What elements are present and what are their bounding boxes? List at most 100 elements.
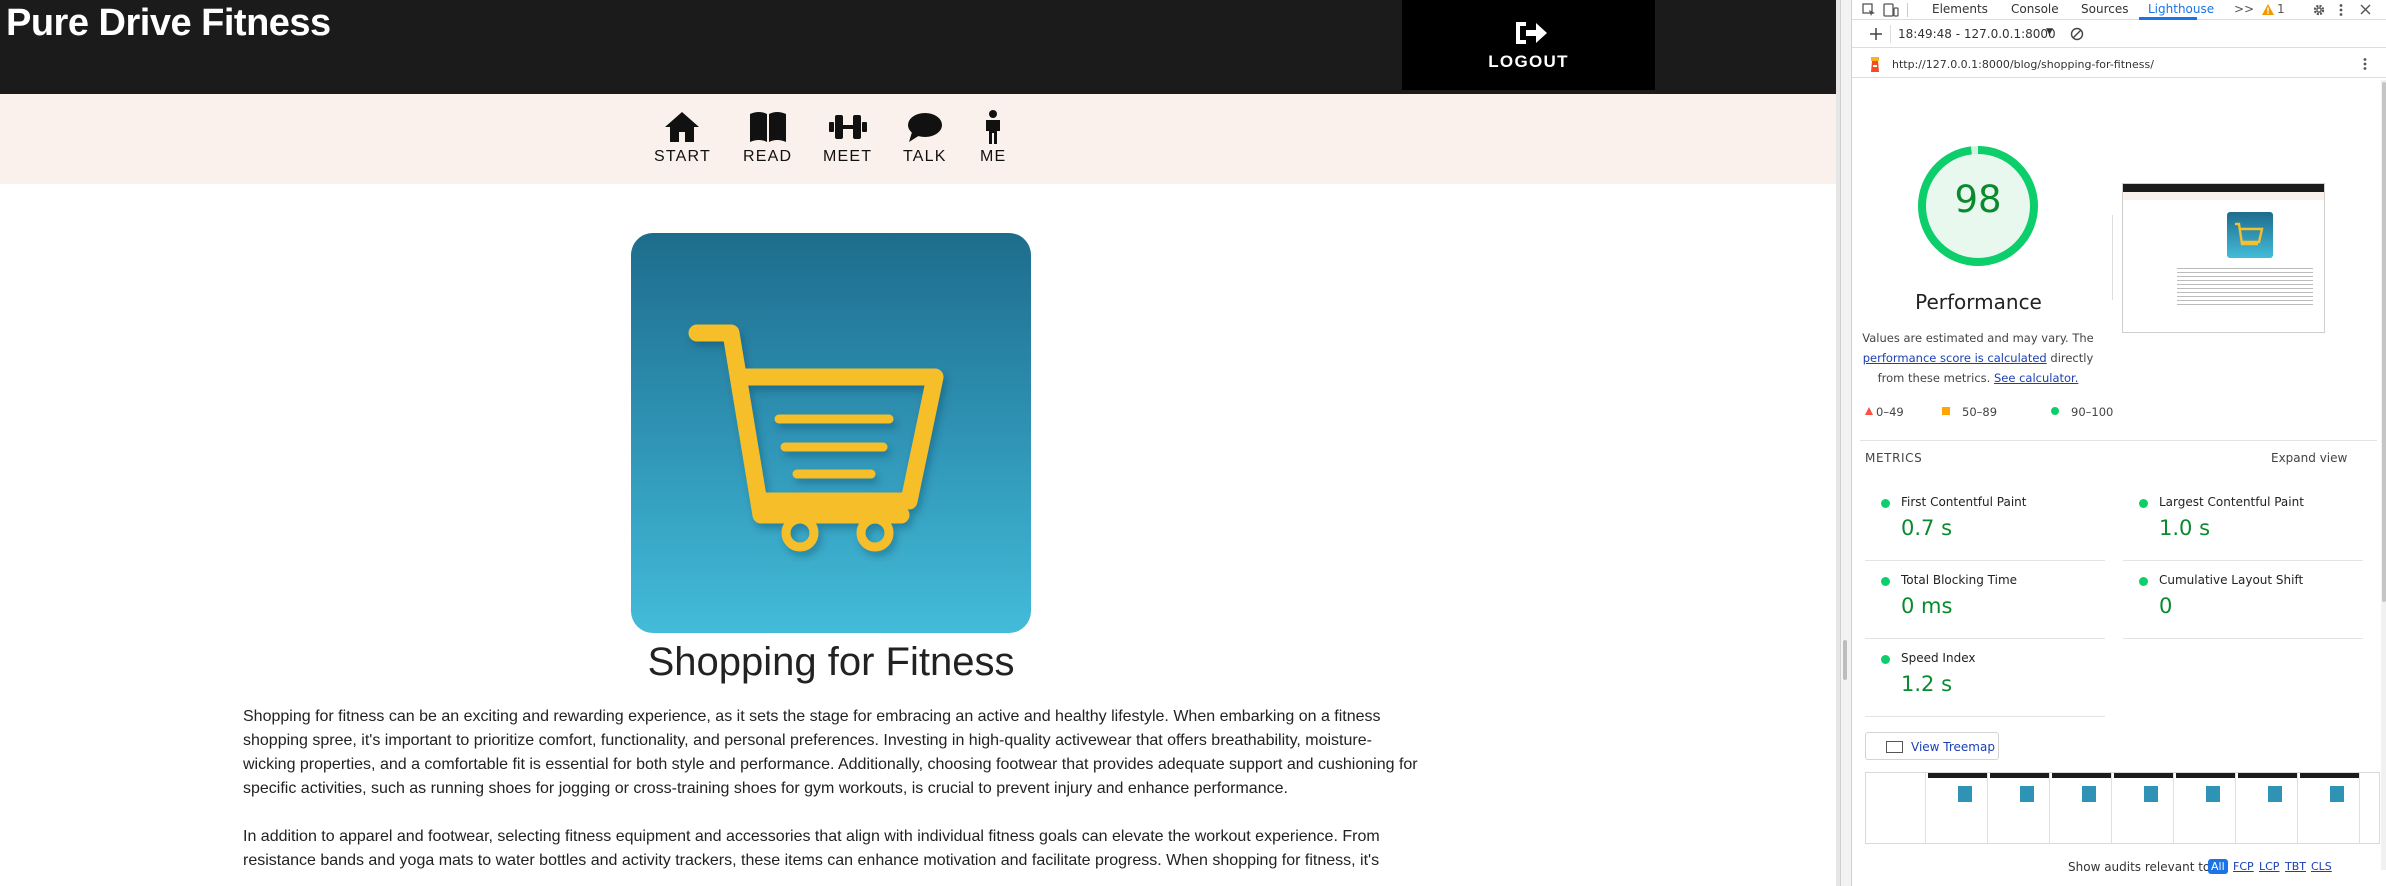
- audits-label: Show audits relevant to:: [2068, 860, 2215, 874]
- nav-item-talk[interactable]: TALK: [903, 110, 947, 166]
- devtools-resize-handle[interactable]: [1840, 0, 1851, 886]
- warning-count[interactable]: 1: [2277, 2, 2285, 16]
- filter-lcp[interactable]: LCP: [2256, 859, 2282, 874]
- pass-circle-icon: [2051, 407, 2059, 415]
- shopping-cart-icon: [2235, 222, 2264, 246]
- dumbbell-icon: [828, 115, 867, 139]
- metric-name: First Contentful Paint: [1901, 495, 2027, 509]
- thumb-nav: [2123, 192, 2324, 200]
- site-header: Pure Drive Fitness LOGOUT: [0, 0, 1836, 94]
- clear-reports-icon[interactable]: [2070, 27, 2084, 41]
- metric-cls: Cumulative Layout Shift 0: [2123, 561, 2363, 639]
- legend-label: 90–100: [2071, 405, 2114, 419]
- lighthouse-toolbar: 18:49:48 - 127.0.0.1:8000 ▼: [1852, 20, 2386, 48]
- filmstrip-frame: [2238, 773, 2298, 843]
- device-toolbar-icon[interactable]: [1883, 3, 1899, 17]
- report-url: http://127.0.0.1:8000/blog/shopping-for-…: [1892, 58, 2154, 71]
- warning-icon[interactable]: [2262, 4, 2274, 15]
- book-icon: [749, 112, 786, 142]
- metric-value: 0 ms: [1901, 594, 1953, 618]
- legend-pass: 90–100: [2051, 405, 2113, 419]
- filmstrip-frame: [2114, 773, 2174, 843]
- metric-name: Cumulative Layout Shift: [2159, 573, 2304, 587]
- metric-speed-index: Speed Index 1.2 s: [1865, 639, 2105, 717]
- metric-value: 0: [2159, 594, 2173, 618]
- expand-view-toggle[interactable]: Expand view: [2271, 451, 2347, 465]
- report-scrollbar-thumb[interactable]: [2382, 82, 2386, 602]
- filmstrip-frame: [2052, 773, 2112, 843]
- score-note: Values are estimated and may vary. The p…: [1858, 328, 2098, 388]
- post-paragraph: Shopping for fitness can be an exciting …: [243, 708, 1418, 797]
- filmstrip-frame: [2300, 773, 2360, 843]
- nav-item-me[interactable]: ME: [980, 110, 1006, 166]
- thumb-hero: [2227, 212, 2273, 258]
- pass-circle-icon: [2139, 577, 2148, 586]
- person-icon: [986, 110, 1001, 144]
- audit-filter-bar: Show audits relevant to: All FCP LCP TBT…: [1852, 856, 2386, 886]
- see-calculator-link[interactable]: See calculator.: [1994, 371, 2078, 385]
- website-viewport: Pure Drive Fitness LOGOUT START READ MEE…: [0, 0, 1836, 886]
- pass-circle-icon: [1881, 577, 1890, 586]
- nav-label-me: ME: [980, 148, 1007, 165]
- nav-item-start[interactable]: START: [654, 110, 711, 166]
- filter-all[interactable]: All: [2208, 859, 2228, 874]
- divider: [2112, 215, 2113, 300]
- logout-label: LOGOUT: [1488, 52, 1569, 71]
- legend-label: 50–89: [1962, 405, 1998, 419]
- report-selector[interactable]: 18:49:48 - 127.0.0.1:8000: [1898, 27, 2056, 41]
- metric-name: Speed Index: [1901, 651, 1976, 665]
- settings-gear-icon[interactable]: [2312, 3, 2326, 17]
- tab-lighthouse[interactable]: Lighthouse: [2148, 2, 2214, 16]
- close-devtools-icon[interactable]: [2360, 4, 2371, 15]
- filter-fcp[interactable]: FCP: [2230, 859, 2257, 874]
- metrics-heading: METRICS: [1865, 451, 1923, 465]
- home-icon: [665, 112, 700, 142]
- thumb-text: [2177, 268, 2313, 308]
- nav-item-read[interactable]: READ: [743, 110, 792, 166]
- final-screenshot-thumbnail[interactable]: [2122, 183, 2325, 333]
- toolbar-divider: [1890, 25, 1891, 43]
- nav-item-meet[interactable]: MEET: [823, 110, 872, 166]
- treemap-label: View Treemap: [1911, 740, 1995, 754]
- tab-console[interactable]: Console: [2011, 2, 2059, 16]
- chevron-down-icon[interactable]: ▼: [2046, 27, 2053, 37]
- metric-name: Largest Contentful Paint: [2159, 495, 2304, 509]
- score-calculation-link[interactable]: performance score is calculated: [1863, 351, 2047, 365]
- post-title: Shopping for Fitness: [647, 640, 1015, 684]
- note-text: Values are estimated and may vary. The: [1862, 331, 2094, 345]
- inspect-element-icon[interactable]: [1862, 3, 1876, 17]
- filmstrip-frame: [1990, 773, 2050, 843]
- main-nav: START READ MEET TALK ME: [0, 94, 1836, 184]
- metric-value: 1.2 s: [1901, 672, 1953, 696]
- new-report-icon[interactable]: [1869, 27, 1883, 41]
- metric-value: 1.0 s: [2159, 516, 2211, 540]
- legend-label: 0–49: [1876, 405, 1904, 419]
- filter-tbt[interactable]: TBT: [2282, 859, 2309, 874]
- brand-title[interactable]: Pure Drive Fitness: [6, 2, 331, 45]
- devtools-panel: Elements Console Sources Lighthouse >> 1…: [1851, 0, 2386, 886]
- metric-value: 0.7 s: [1901, 516, 1953, 540]
- more-options-icon[interactable]: [2338, 3, 2344, 17]
- chat-icon: [907, 113, 942, 142]
- filter-cls[interactable]: CLS: [2308, 859, 2335, 874]
- performance-score: 98: [1954, 178, 2002, 221]
- toolbar-divider: [1907, 3, 1908, 17]
- logout-button[interactable]: LOGOUT: [1402, 0, 1655, 90]
- tab-sources[interactable]: Sources: [2081, 2, 2128, 16]
- devtools-tab-bar: Elements Console Sources Lighthouse >> 1: [1852, 0, 2386, 20]
- filmstrip-frame: [2176, 773, 2236, 843]
- metric-fcp: First Contentful Paint 0.7 s: [1865, 483, 2105, 561]
- view-treemap-button[interactable]: View Treemap: [1865, 732, 1999, 760]
- filmstrip-frame: [1928, 773, 1988, 843]
- metric-name: Total Blocking Time: [1901, 573, 2018, 587]
- average-square-icon: [1942, 407, 1950, 415]
- metric-lcp: Largest Contentful Paint 1.0 s: [2123, 483, 2363, 561]
- report-menu-icon[interactable]: [2362, 57, 2368, 71]
- more-tabs-icon[interactable]: >>: [2234, 2, 2254, 16]
- filmstrip-frame: [1866, 773, 1926, 843]
- pass-circle-icon: [1881, 499, 1890, 508]
- tab-elements[interactable]: Elements: [1932, 2, 1988, 16]
- filmstrip: [1865, 772, 2380, 844]
- legend-average: 50–89: [1942, 405, 1997, 419]
- resize-grip[interactable]: [1843, 640, 1847, 680]
